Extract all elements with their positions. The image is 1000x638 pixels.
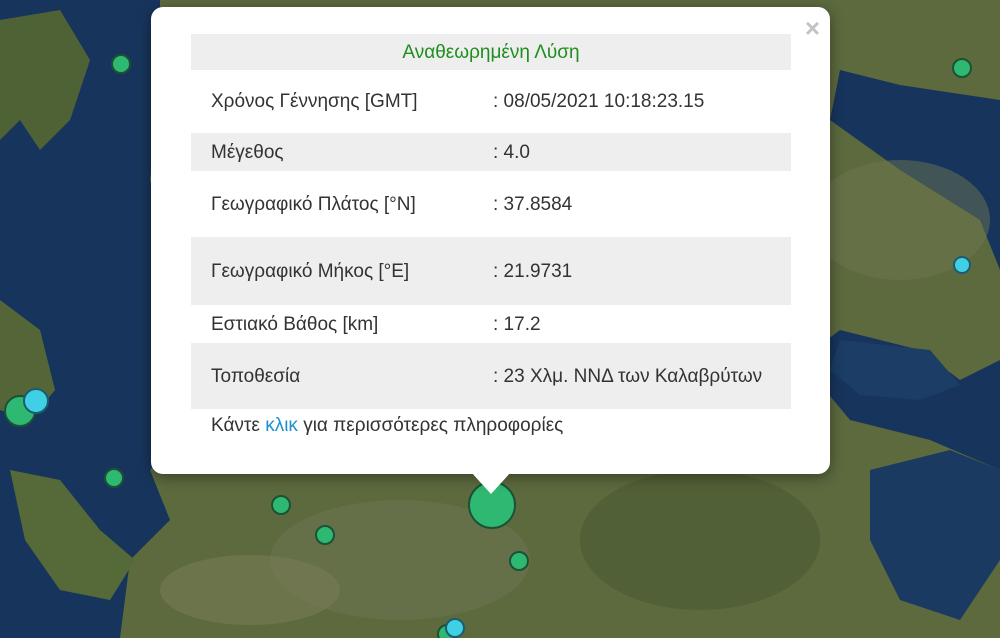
location-label: Τοποθεσία — [191, 343, 493, 409]
earthquake-marker[interactable] — [111, 54, 131, 74]
longitude-value: : 21.9731 — [493, 237, 791, 305]
earthquake-marker[interactable] — [953, 256, 971, 274]
earthquake-marker[interactable] — [271, 495, 291, 515]
earthquake-marker[interactable] — [952, 58, 972, 78]
magnitude-value: : 4.0 — [493, 133, 791, 171]
popup-title: Αναθεωρημένη Λύση — [191, 34, 791, 70]
earthquake-info-table: Αναθεωρημένη Λύση Χρόνος Γέννησης [GMT] … — [191, 34, 791, 409]
table-row: Τοποθεσία : 23 Χλμ. ΝΝΔ των Καλαβρύτων — [191, 343, 791, 409]
location-value: : 23 Χλμ. ΝΝΔ των Καλαβρύτων — [493, 343, 791, 409]
origin-time-value: : 08/05/2021 10:18:23.15 — [493, 91, 705, 112]
earthquake-popup: × Αναθεωρημένη Λύση Χρόνος Γέννησης [GMT… — [151, 7, 830, 474]
terrain-patch — [580, 470, 820, 610]
more-info-text: Κάντε κλικ για περισσότερες πληροφορίες — [211, 415, 563, 437]
terrain-patch — [160, 555, 340, 625]
table-row: Γεωγραφικό Πλάτος [°N] : 37.8584 — [191, 171, 791, 237]
popup-tip — [471, 472, 511, 494]
table-row: Εστιακό Βάθος [km] : 17.2 — [191, 305, 791, 343]
more-info-link[interactable]: κλικ — [265, 415, 298, 436]
earthquake-marker[interactable] — [23, 388, 49, 414]
magnitude-label: Μέγεθος — [191, 133, 493, 171]
more-suffix: για περισσότερες πληροφορίες — [297, 415, 564, 436]
earthquake-marker[interactable] — [315, 525, 335, 545]
depth-value: : 17.2 — [493, 313, 541, 335]
table-row: Μέγεθος : 4.0 — [191, 133, 791, 171]
longitude-label: Γεωγραφικό Μήκος [°E] — [191, 237, 493, 305]
more-prefix: Κάντε — [211, 415, 266, 436]
close-icon[interactable]: × — [805, 15, 820, 41]
latitude-value: : 37.8584 — [493, 193, 573, 215]
table-row: Χρόνος Γέννησης [GMT] : 08/05/2021 10:18… — [191, 70, 791, 133]
earthquake-marker[interactable] — [445, 618, 465, 638]
table-row: Γεωγραφικό Μήκος [°E] : 21.9731 — [191, 237, 791, 305]
origin-time-label: Χρόνος Γέννησης [GMT] — [211, 91, 418, 112]
earthquake-marker[interactable] — [104, 468, 124, 488]
latitude-label: Γεωγραφικό Πλάτος [°N] — [211, 193, 416, 215]
depth-label: Εστιακό Βάθος [km] — [211, 313, 379, 335]
earthquake-marker[interactable] — [509, 551, 529, 571]
